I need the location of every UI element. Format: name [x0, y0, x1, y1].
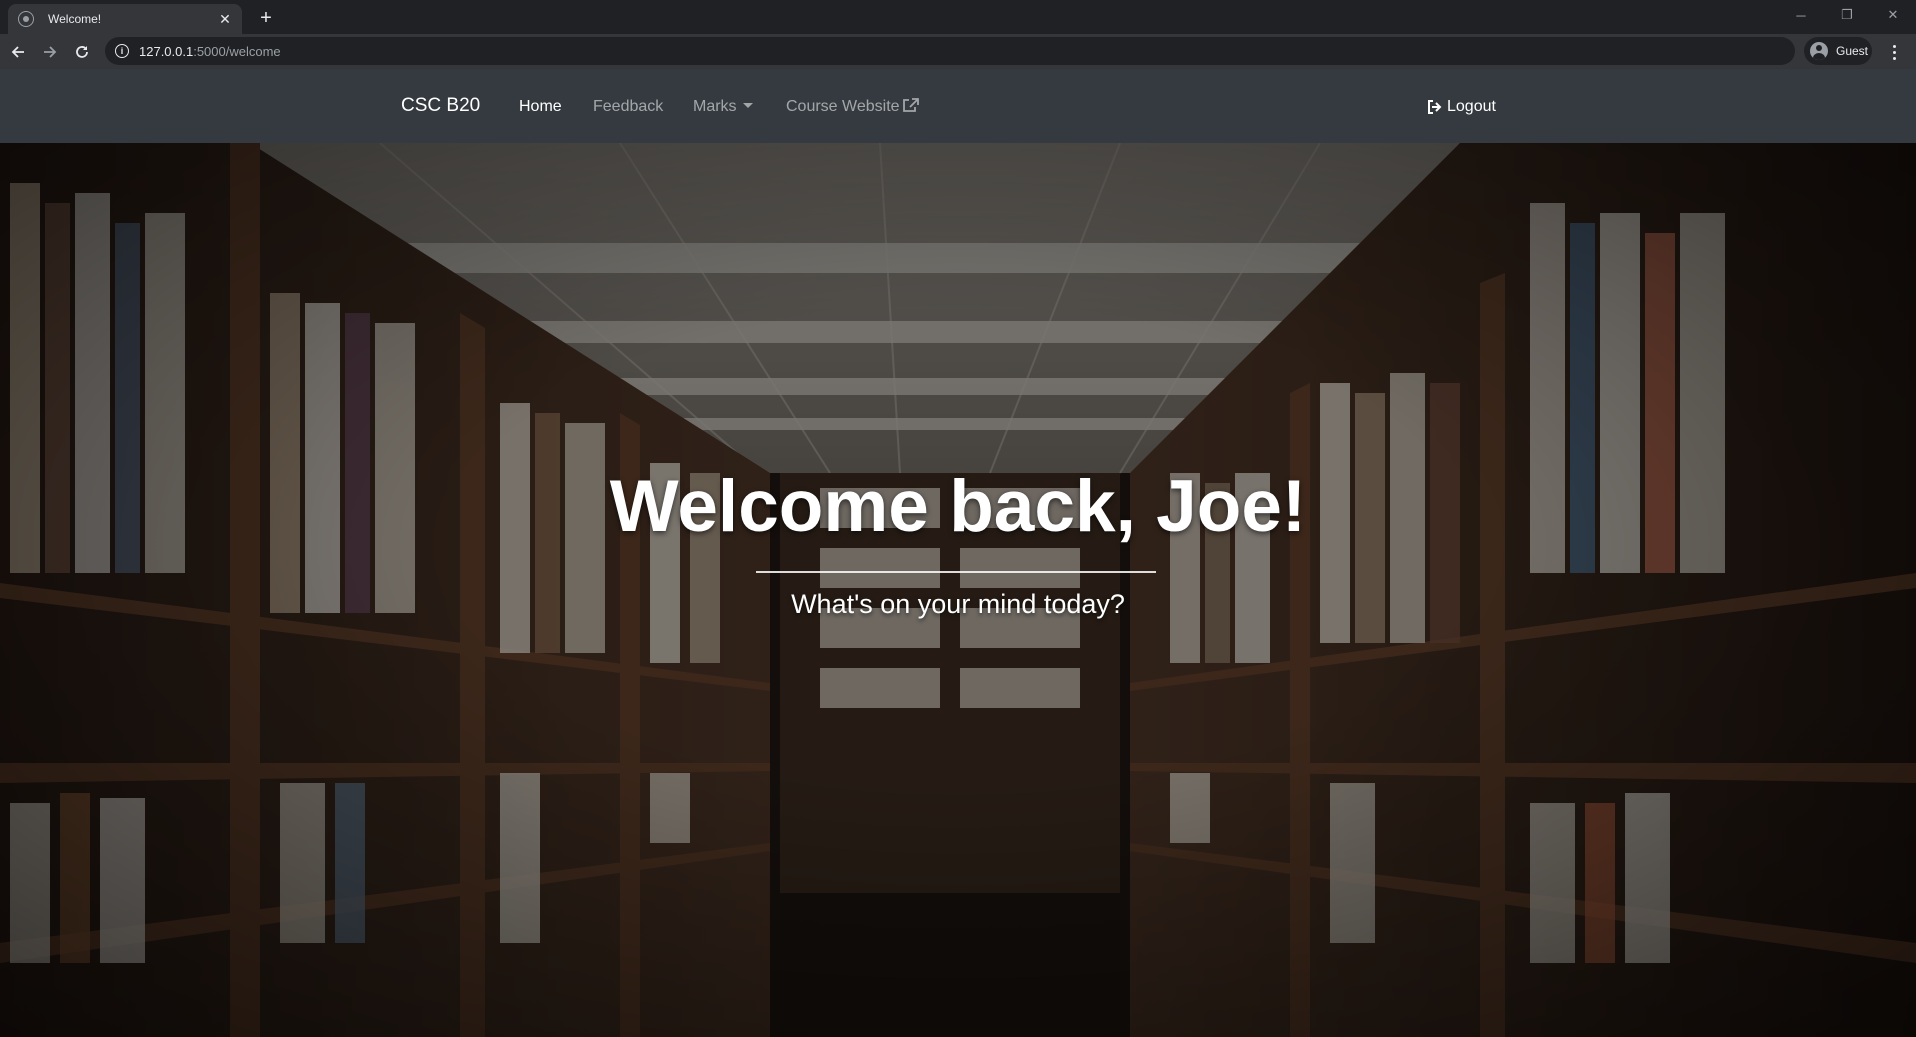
nav-link-feedback[interactable]: Feedback: [593, 98, 663, 116]
browser-tab-strip: Welcome! ✕ + ─ ❐ ✕: [0, 0, 1916, 34]
nav-link-course-website-label: Course Website: [786, 98, 900, 115]
globe-icon: [18, 11, 34, 27]
back-button[interactable]: [4, 38, 32, 66]
nav-link-marks-label: Marks: [693, 98, 737, 115]
brand-link[interactable]: CSC B20: [401, 95, 480, 117]
nav-link-home[interactable]: Home: [519, 98, 562, 116]
profile-label: Guest: [1836, 44, 1869, 58]
minimize-window-icon[interactable]: ─: [1778, 2, 1824, 28]
hero-content: Welcome back, Joe! What's on your mind t…: [0, 143, 1916, 1037]
site-navbar: CSC B20 Home Feedback Marks Course Websi…: [0, 69, 1916, 143]
info-icon[interactable]: i: [115, 44, 129, 58]
forward-button[interactable]: [36, 38, 64, 66]
nav-link-course-website[interactable]: Course Website: [786, 98, 919, 116]
caret-down-icon: [742, 103, 753, 108]
logout-link[interactable]: Logout: [1427, 98, 1496, 116]
browser-toolbar: i 127.0.0.1:5000/welcome Guest: [0, 34, 1916, 69]
headline-divider: [756, 571, 1156, 573]
reload-icon: [76, 46, 88, 58]
address-bar[interactable]: i 127.0.0.1:5000/welcome: [105, 37, 1795, 65]
hero-section: Welcome back, Joe! What's on your mind t…: [0, 143, 1916, 1037]
nav-link-marks[interactable]: Marks: [693, 98, 753, 116]
sign-out-icon: [1428, 100, 1442, 114]
browser-menu-icon[interactable]: [1880, 38, 1908, 66]
external-link-icon: [902, 98, 919, 112]
welcome-headline: Welcome back, Joe!: [609, 466, 1307, 547]
arrow-right-icon: [44, 46, 57, 58]
logout-label: Logout: [1447, 98, 1496, 115]
welcome-subline: What's on your mind today?: [791, 589, 1125, 619]
close-tab-icon[interactable]: ✕: [216, 10, 234, 28]
close-window-icon[interactable]: ✕: [1870, 2, 1916, 28]
restore-window-icon[interactable]: ❐: [1824, 2, 1870, 28]
arrow-left-icon: [11, 46, 24, 58]
reload-button[interactable]: [68, 38, 96, 66]
profile-button[interactable]: Guest: [1804, 37, 1872, 65]
tab-title: Welcome!: [48, 12, 102, 26]
browser-tab[interactable]: Welcome! ✕: [8, 4, 242, 34]
account-icon: [1810, 42, 1828, 60]
new-tab-button[interactable]: +: [254, 6, 278, 30]
url-text: 127.0.0.1:5000/welcome: [139, 43, 281, 59]
